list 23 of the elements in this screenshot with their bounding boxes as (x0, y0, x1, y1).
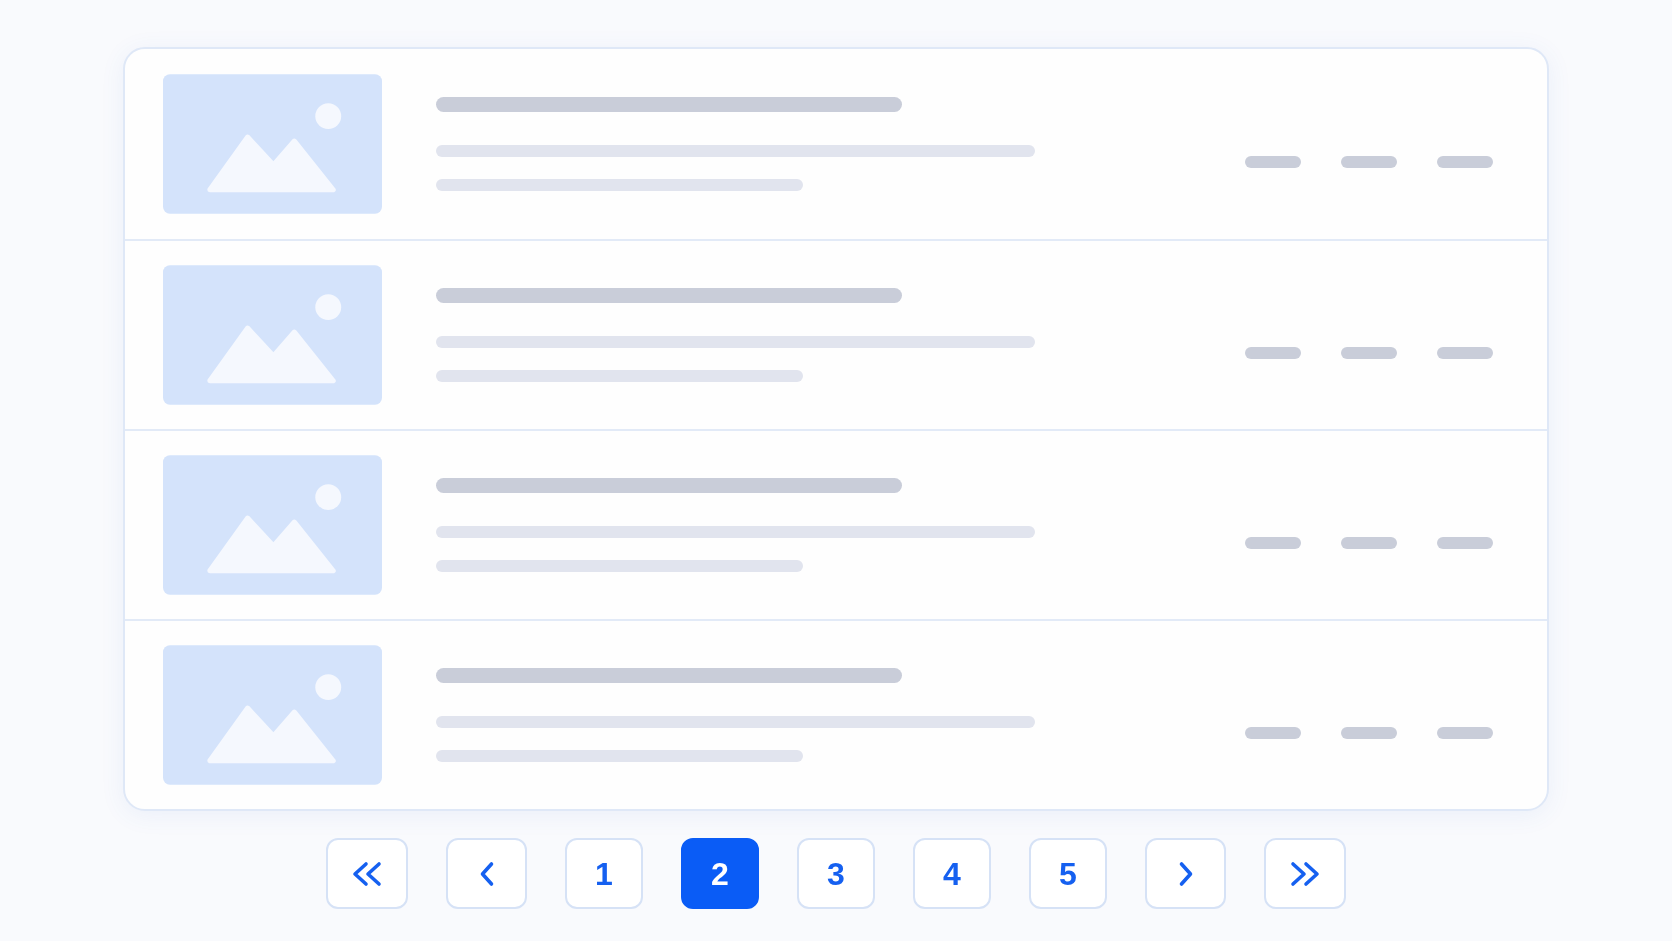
page-button[interactable]: 2 (681, 838, 759, 909)
page-button[interactable]: 5 (1029, 838, 1107, 909)
skeleton-dash (1341, 727, 1397, 739)
page-button[interactable]: 3 (797, 838, 875, 909)
first-page-button[interactable] (326, 838, 408, 909)
skeleton-dash (1245, 537, 1301, 549)
skeleton-dash (1245, 347, 1301, 359)
last-page-button[interactable] (1264, 838, 1346, 909)
skeleton-dash (1245, 156, 1301, 168)
skeleton-dash (1437, 727, 1493, 739)
skeleton-dash (1341, 347, 1397, 359)
chevron-left-icon (478, 860, 495, 887)
skeleton-dash (1437, 347, 1493, 359)
skeleton-dash (1341, 156, 1397, 168)
page-button[interactable]: 1 (565, 838, 643, 909)
double-chevron-left-icon (351, 860, 383, 887)
page-button[interactable]: 4 (913, 838, 991, 909)
skeleton-dash (1437, 156, 1493, 168)
double-chevron-right-icon (1289, 860, 1321, 887)
skeleton-dash (1245, 727, 1301, 739)
skeleton-dash (1341, 537, 1397, 549)
skeleton-dash (1437, 537, 1493, 549)
chevron-right-icon (1177, 860, 1194, 887)
